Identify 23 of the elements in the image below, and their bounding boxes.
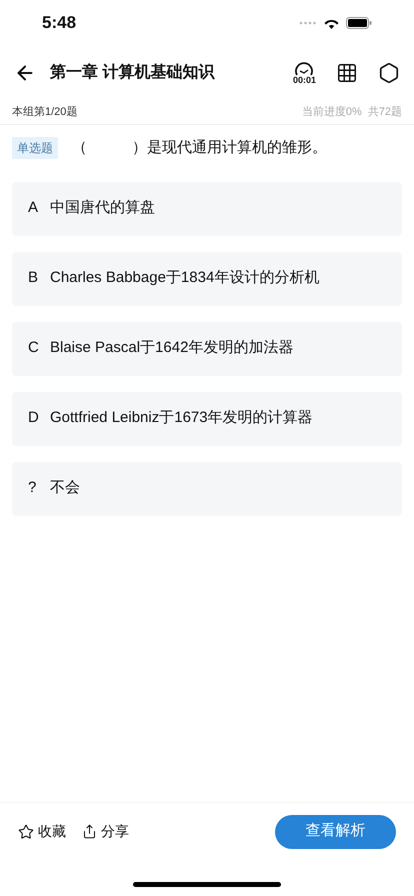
timer-button[interactable]: 00:01 (292, 62, 316, 84)
answer-option[interactable]: A 中国唐代的算盘 (12, 182, 402, 236)
answer-option[interactable]: C Blaise Pascal于1642年发明的加法器 (12, 322, 402, 376)
answer-card-button[interactable] (336, 62, 358, 84)
star-icon (18, 824, 34, 840)
answer-option[interactable]: D Gottfried Leibniz于1673年发明的计算器 (12, 392, 402, 446)
status-time: 5:48 (42, 12, 76, 34)
chapter-title: 第一章 计算机基础知识 (50, 62, 216, 83)
share-icon (82, 824, 97, 839)
favorite-button[interactable]: 收藏 (18, 821, 66, 842)
answer-option[interactable]: ? 不会 (12, 462, 402, 516)
settings-button[interactable] (378, 62, 400, 84)
total-count: 共72题 (368, 104, 402, 120)
answer-option[interactable]: B Charles Babbage于1834年设计的分析机 (12, 252, 402, 306)
timer-text: 00:01 (292, 76, 316, 84)
question-type-tag: 单选题 (12, 137, 58, 160)
signal-icon (299, 21, 317, 25)
gauge-icon (294, 62, 314, 76)
wifi-icon (323, 17, 340, 29)
battery-icon (346, 17, 372, 29)
share-button[interactable]: 分享 (82, 821, 129, 842)
question-text: （ ）是现代通用计算机的雏形。 (72, 138, 327, 158)
view-analysis-button[interactable]: 查看解析 (275, 814, 396, 848)
